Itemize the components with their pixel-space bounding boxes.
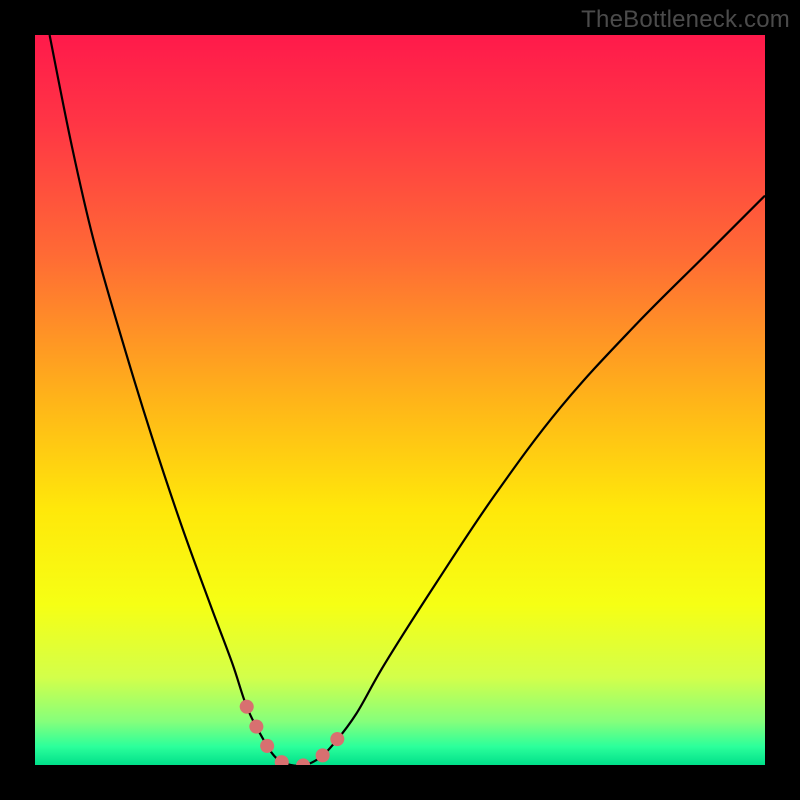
chart-frame: TheBottleneck.com (0, 0, 800, 800)
plot-area (35, 35, 765, 765)
bottleneck-curve (50, 35, 765, 765)
watermark-text: TheBottleneck.com (581, 6, 790, 34)
curve-layer (35, 35, 765, 765)
